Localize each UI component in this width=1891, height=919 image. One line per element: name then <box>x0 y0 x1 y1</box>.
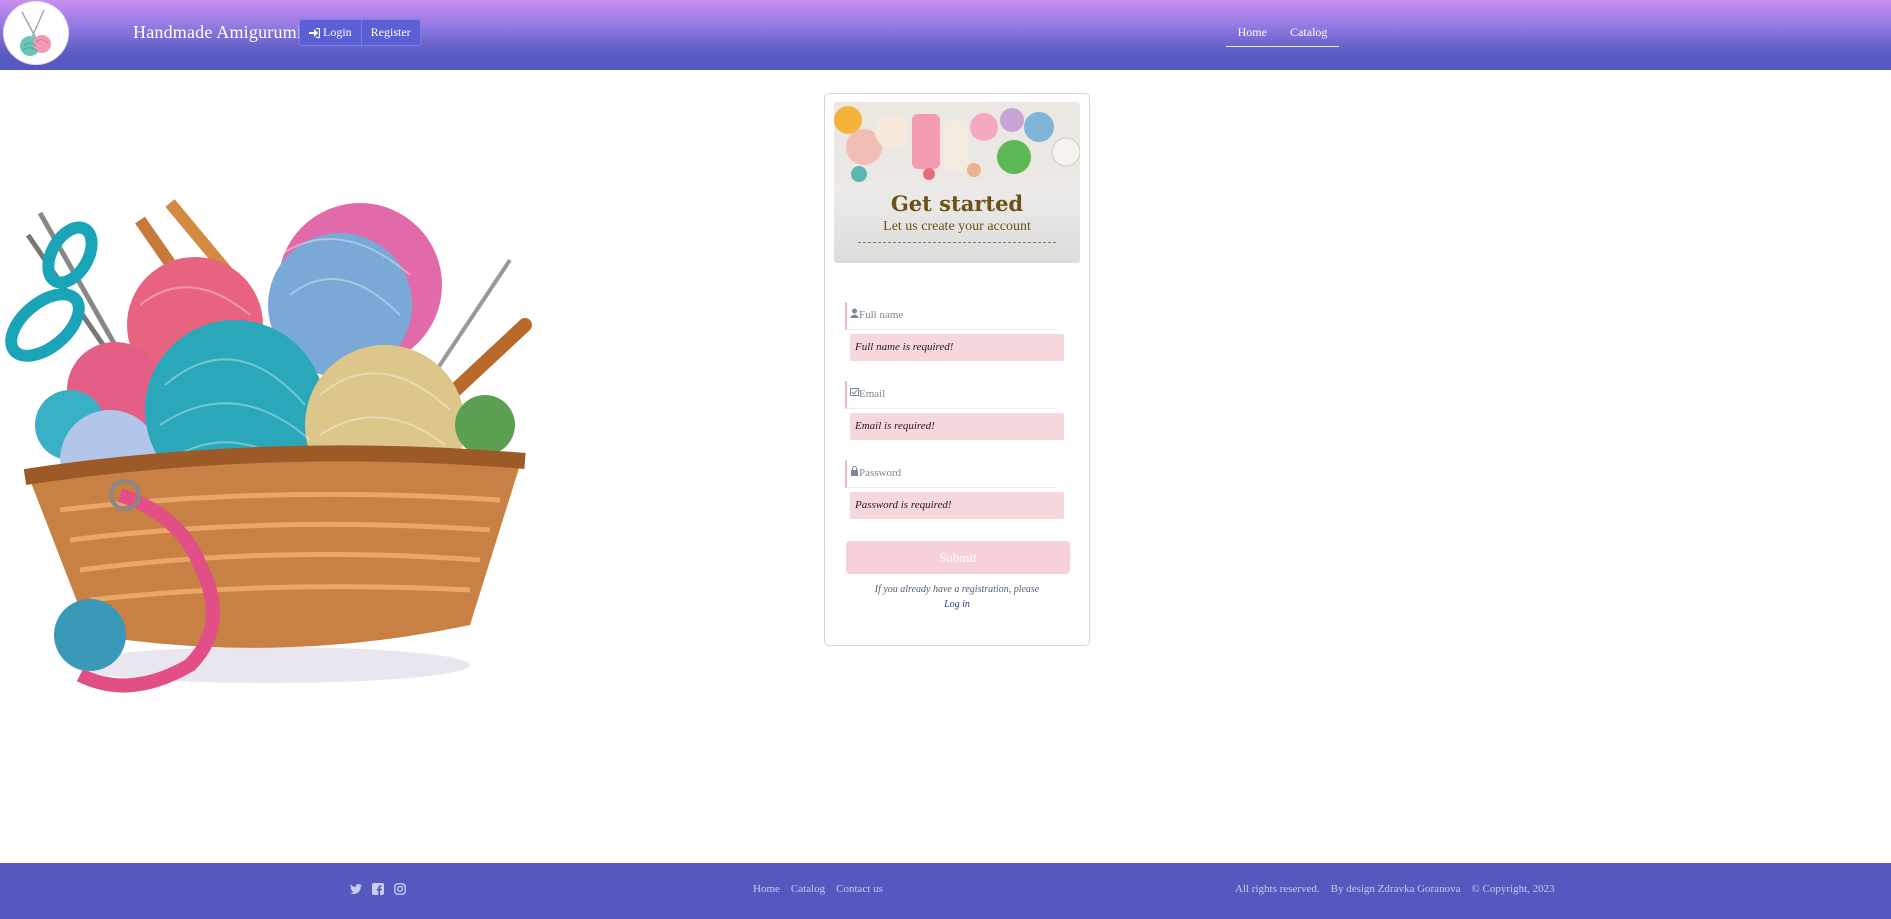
top-navbar: Handmade Amigurumi Login Register Home C… <box>0 0 1891 70</box>
main-nav: Home Catalog <box>1226 18 1339 47</box>
full-name-field <box>845 302 1057 330</box>
form-banner: Get started Let us create your account <box>834 102 1080 263</box>
register-label: Register <box>370 25 411 39</box>
social-links <box>350 883 406 895</box>
full-name-error: Full name is required! <box>850 334 1064 361</box>
footer-link-contact[interactable]: Contact us <box>836 883 883 895</box>
rights-text: All rights reserved. <box>1235 883 1320 895</box>
sign-in-icon <box>309 27 320 38</box>
nav-home[interactable]: Home <box>1238 25 1267 40</box>
yarn-logo-icon <box>20 9 51 56</box>
footer-link-catalog[interactable]: Catalog <box>791 883 825 895</box>
login-label: Login <box>323 25 352 39</box>
full-name-input[interactable] <box>859 306 1049 324</box>
design-credit: By design Zdravka Goranova <box>1330 883 1461 895</box>
footer-link-home[interactable]: Home <box>753 883 780 895</box>
banner-divider <box>858 242 1056 243</box>
footer: Home Catalog Contact us All rights reser… <box>0 863 1891 919</box>
login-link[interactable]: Log in <box>825 599 1089 610</box>
auth-button-group: Login Register <box>299 19 421 46</box>
form-title: Get started <box>890 191 1024 216</box>
password-field <box>845 460 1057 488</box>
instagram-icon[interactable] <box>394 883 406 895</box>
login-prompt: If you already have a registration, plea… <box>874 584 1040 595</box>
email-input[interactable] <box>859 385 1049 403</box>
yarn-basket-illustration <box>5 199 532 693</box>
lock-icon <box>851 466 858 476</box>
twitter-icon[interactable] <box>350 883 362 895</box>
form-subtitle: Let us create your account <box>883 219 1031 234</box>
password-error: Password is required! <box>850 492 1064 519</box>
email-field <box>845 381 1057 409</box>
brand-title[interactable]: Handmade Amigurumi <box>133 22 302 43</box>
register-form-card: Get started Let us create your account F… <box>824 93 1090 646</box>
submit-button[interactable]: Submit <box>846 541 1070 574</box>
yarn-spools-image <box>834 102 1080 182</box>
site-logo[interactable] <box>3 1 69 65</box>
user-icon <box>850 308 859 318</box>
facebook-icon[interactable] <box>372 883 384 895</box>
footer-credits: All rights reserved. By design Zdravka G… <box>1235 883 1555 895</box>
email-error: Email is required! <box>850 413 1064 440</box>
envelope-check-icon <box>850 388 859 396</box>
login-button[interactable]: Login <box>300 20 361 45</box>
footer-nav: Home Catalog Contact us <box>753 883 883 895</box>
password-input[interactable] <box>859 464 1049 482</box>
register-button[interactable]: Register <box>360 20 420 45</box>
copyright-text: © Copyright, 2023 <box>1471 883 1555 895</box>
nav-catalog[interactable]: Catalog <box>1290 25 1327 40</box>
